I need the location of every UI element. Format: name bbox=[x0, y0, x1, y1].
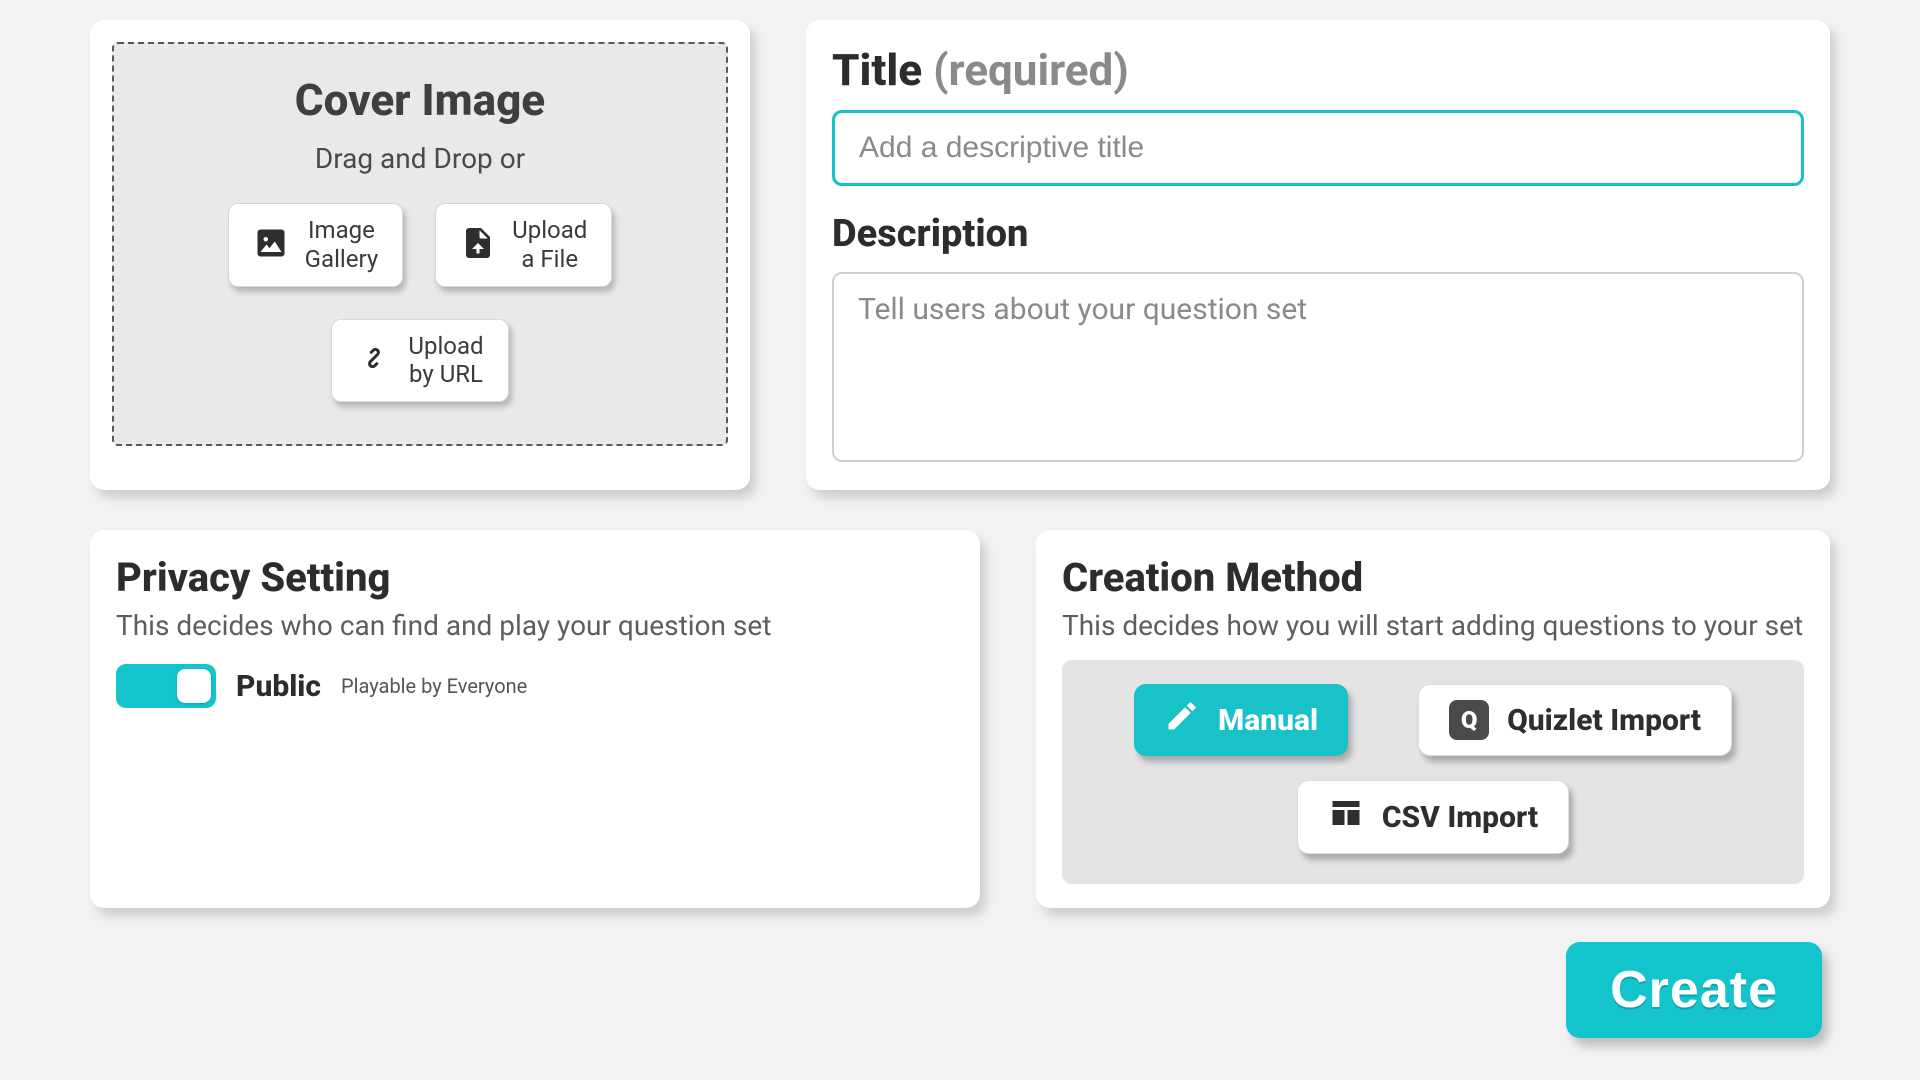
creation-subheading: This decides how you will start adding q… bbox=[1062, 609, 1804, 642]
csv-label: CSV Import bbox=[1382, 800, 1538, 835]
creation-options-panel: Manual Q Quizlet Import CSV Import bbox=[1062, 660, 1804, 884]
quizlet-label: Quizlet Import bbox=[1507, 703, 1701, 738]
table-icon bbox=[1328, 795, 1364, 839]
csv-import-option[interactable]: CSV Import bbox=[1297, 780, 1569, 854]
upload-file-label: Upload a File bbox=[512, 216, 587, 274]
manual-label: Manual bbox=[1218, 703, 1318, 738]
upload-url-label: Upload by URL bbox=[408, 332, 483, 390]
description-heading: Description bbox=[832, 212, 1804, 256]
upload-file-button[interactable]: Upload a File bbox=[435, 203, 612, 287]
cover-image-card: Cover Image Drag and Drop or Image Galle… bbox=[90, 20, 750, 490]
privacy-card: Privacy Setting This decides who can fin… bbox=[90, 530, 980, 908]
privacy-state-label: Public bbox=[236, 669, 321, 704]
link-icon bbox=[356, 340, 392, 380]
upload-url-button[interactable]: Upload by URL bbox=[331, 319, 508, 403]
title-label: Title bbox=[832, 44, 922, 96]
manual-option[interactable]: Manual bbox=[1134, 684, 1348, 756]
title-required: (required) bbox=[933, 44, 1129, 96]
description-input[interactable] bbox=[832, 272, 1804, 462]
privacy-subheading: This decides who can find and play your … bbox=[116, 609, 954, 642]
create-button[interactable]: Create bbox=[1566, 942, 1822, 1038]
title-description-card: Title (required) Description bbox=[806, 20, 1830, 490]
creation-heading: Creation Method bbox=[1062, 554, 1804, 601]
cover-dropzone[interactable]: Cover Image Drag and Drop or Image Galle… bbox=[112, 42, 728, 446]
privacy-toggle-row: Public Playable by Everyone bbox=[116, 664, 954, 708]
quizlet-icon: Q bbox=[1449, 700, 1489, 740]
title-heading: Title (required) bbox=[832, 44, 1804, 96]
image-icon bbox=[253, 225, 289, 265]
toggle-knob bbox=[177, 669, 211, 703]
edit-icon bbox=[1164, 698, 1200, 742]
title-input[interactable] bbox=[832, 110, 1804, 186]
privacy-toggle[interactable] bbox=[116, 664, 216, 708]
upload-button-row: Image Gallery Upload a File Upload by UR… bbox=[134, 203, 706, 402]
creation-method-card: Creation Method This decides how you wil… bbox=[1036, 530, 1830, 908]
quizlet-import-option[interactable]: Q Quizlet Import bbox=[1418, 684, 1732, 756]
privacy-heading: Privacy Setting bbox=[116, 554, 954, 601]
image-gallery-label: Image Gallery bbox=[305, 216, 379, 274]
cover-subtitle: Drag and Drop or bbox=[134, 142, 706, 175]
file-upload-icon bbox=[460, 225, 496, 265]
image-gallery-button[interactable]: Image Gallery bbox=[228, 203, 404, 287]
cover-title: Cover Image bbox=[134, 74, 706, 126]
privacy-state-sub: Playable by Everyone bbox=[341, 674, 527, 698]
